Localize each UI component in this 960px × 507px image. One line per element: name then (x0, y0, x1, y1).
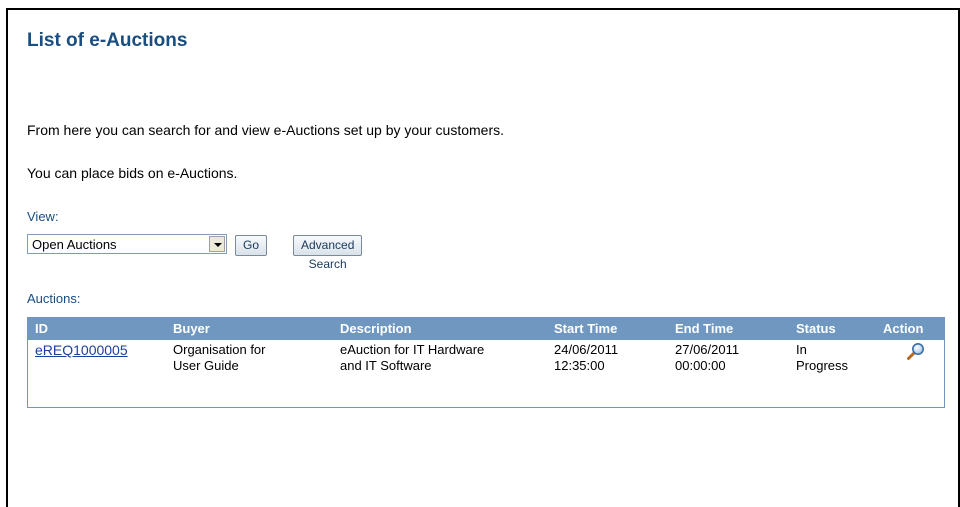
description-line-2: and IT Software (340, 358, 432, 373)
description-line-1: eAuction for IT Hardware (340, 342, 485, 357)
cell-id: eREQ1000005 (35, 342, 128, 359)
column-header-end-time[interactable]: End Time (675, 321, 733, 336)
view-select-value: Open Auctions (32, 237, 117, 252)
buyer-line-1: Organisation for (173, 342, 266, 357)
page-frame: List of e-Auctions From here you can sea… (6, 8, 960, 507)
view-label: View: (27, 209, 59, 224)
status-line-1: In (796, 342, 807, 357)
end-date: 27/06/2011 (675, 342, 740, 357)
status-line-2: Progress (796, 358, 849, 373)
intro-text-search: From here you can search for and view e-… (27, 122, 504, 138)
table-header: ID Buyer Description Start Time End Time… (28, 318, 944, 340)
column-header-id[interactable]: ID (35, 321, 48, 336)
cell-status: In Progress (796, 342, 848, 374)
cell-buyer: Organisation for User Guide (173, 342, 266, 374)
cell-description: eAuction for IT Hardware and IT Software (340, 342, 484, 374)
go-button[interactable]: Go (235, 235, 268, 256)
magnifier-icon[interactable] (907, 342, 925, 360)
table-row: eREQ1000005 Organisation for User Guide … (28, 340, 944, 402)
buyer-line-2: User Guide (173, 358, 239, 373)
intro-text-bids: You can place bids on e-Auctions. (27, 165, 238, 181)
cell-start-time: 24/06/2011 12:35:00 (554, 342, 618, 374)
start-clock: 12:35:00 (554, 358, 605, 373)
chevron-down-icon[interactable] (209, 236, 225, 252)
advanced-search-button[interactable]: Advanced Search (293, 235, 363, 271)
view-select[interactable]: Open Auctions (27, 234, 227, 254)
column-header-start-time[interactable]: Start Time (554, 321, 617, 336)
cell-end-time: 27/06/2011 00:00:00 (675, 342, 739, 374)
start-date: 24/06/2011 (554, 342, 619, 357)
auction-id-link[interactable]: eREQ1000005 (35, 342, 128, 358)
auctions-label: Auctions: (27, 291, 81, 306)
auctions-table: ID Buyer Description Start Time End Time… (27, 317, 945, 408)
content-area: List of e-Auctions From here you can sea… (27, 10, 958, 507)
column-header-buyer[interactable]: Buyer (173, 321, 210, 336)
column-header-action: Action (883, 321, 924, 336)
page-title: List of e-Auctions (27, 30, 188, 51)
column-header-description[interactable]: Description (340, 321, 412, 336)
end-clock: 00:00:00 (675, 358, 726, 373)
column-header-status[interactable]: Status (796, 321, 836, 336)
